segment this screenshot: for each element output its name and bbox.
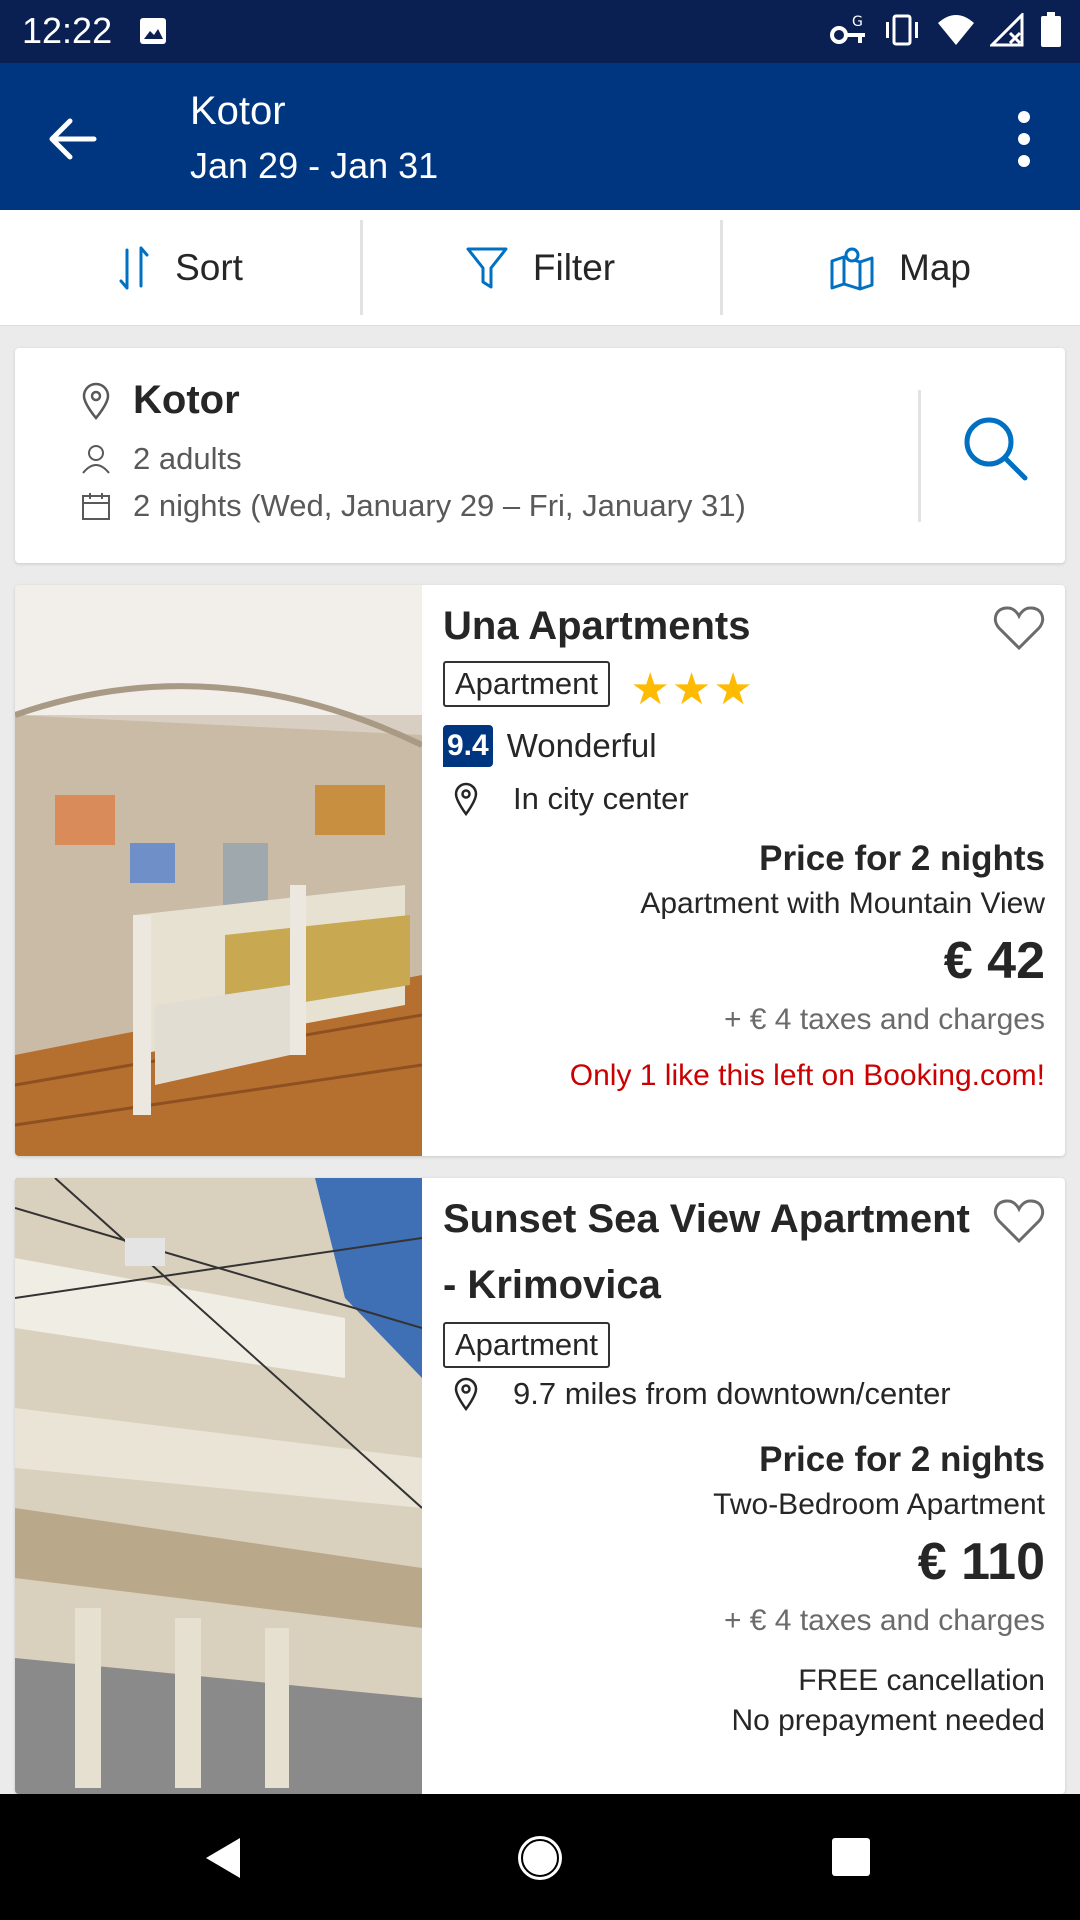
star-rating: ★★★	[630, 665, 755, 715]
search-summary-card[interactable]: Kotor 2 adults 2 nights (Wed, January 29…	[15, 348, 1065, 563]
location-pin-icon	[454, 783, 478, 817]
room-type: Apartment with Mountain View	[640, 887, 1045, 921]
svg-text:G: G	[852, 14, 863, 30]
filter-label: Filter	[532, 246, 616, 288]
location-pin-icon	[454, 1377, 478, 1411]
app-title: Kotor	[190, 89, 286, 133]
sort-button[interactable]: Sort	[0, 210, 360, 325]
vpn-key-icon: G	[830, 14, 865, 44]
review-score-label: Wonderful	[506, 727, 657, 765]
heart-icon[interactable]	[993, 605, 1045, 651]
review-score-row: 9.4 Wonderful	[443, 725, 1045, 768]
filter-icon	[466, 247, 508, 288]
results-toolbar: Sort Filter Map	[0, 210, 1080, 326]
map-label: Map	[899, 246, 971, 288]
map-icon	[830, 247, 874, 290]
price-label: Price for 2 nights	[759, 1440, 1045, 1479]
dates-text: 2 nights (Wed, January 29 – Fri, January…	[133, 488, 746, 523]
nav-home-icon[interactable]	[514, 1832, 566, 1884]
property-photo	[15, 1178, 422, 1794]
property-name-line1[interactable]: Sunset Sea View Apartment	[443, 1186, 1045, 1252]
heart-icon[interactable]	[993, 1198, 1045, 1244]
price: € 42	[943, 932, 1045, 991]
property-type-badge: Apartment	[443, 1322, 611, 1368]
person-icon	[82, 445, 110, 474]
app-subtitle: Jan 29 - Jan 31	[190, 145, 439, 186]
search-icon[interactable]	[955, 408, 1035, 488]
destination-text: Kotor	[133, 378, 240, 422]
destination-row: Kotor	[79, 378, 240, 423]
vibrate-icon	[886, 14, 918, 46]
room-type: Two-Bedroom Apartment	[713, 1488, 1045, 1521]
divider	[918, 390, 921, 522]
location-text: 9.7 miles from downtown/center	[513, 1376, 951, 1411]
property-info: Sunset Sea View Apartment - Krimovica Ap…	[443, 1178, 1045, 1738]
system-nav-bar	[0, 1794, 1080, 1920]
app-bar: Kotor Jan 29 - Jan 31	[0, 63, 1080, 210]
back-arrow-icon[interactable]	[40, 107, 104, 171]
location-row: 9.7 miles from downtown/center	[443, 1376, 1045, 1412]
map-button[interactable]: Map	[720, 210, 1080, 325]
price-block: Price for 2 nights Two-Bedroom Apartment…	[443, 1440, 1045, 1738]
property-card[interactable]: Sunset Sea View Apartment - Krimovica Ap…	[15, 1178, 1065, 1794]
more-options-icon[interactable]	[996, 103, 1052, 175]
property-photo	[15, 585, 422, 1156]
nav-recents-icon[interactable]	[830, 1836, 872, 1878]
scarcity-message: Only 1 like this left on Booking.com!	[569, 1059, 1045, 1093]
location-text: In city center	[513, 781, 689, 817]
taxes-text: + € 4 taxes and charges	[723, 1604, 1045, 1637]
taxes-text: + € 4 taxes and charges	[723, 1003, 1045, 1037]
property-type-badge: Apartment	[443, 661, 611, 707]
wifi-icon	[938, 15, 974, 45]
property-card[interactable]: Una Apartments Apartment ★★★ 9.4 Wonderf…	[15, 585, 1065, 1156]
battery-icon	[1041, 12, 1061, 47]
guests-text: 2 adults	[133, 441, 242, 476]
image-icon	[140, 18, 166, 44]
price-label: Price for 2 nights	[759, 839, 1045, 879]
calendar-icon	[82, 493, 110, 520]
filter-button[interactable]: Filter	[360, 210, 720, 325]
status-icons: G	[830, 12, 1062, 48]
status-bar: 12:22 G	[0, 0, 1080, 63]
location-pin-icon	[82, 382, 110, 420]
location-row: In city center	[443, 781, 1045, 817]
dates-row: 2 nights (Wed, January 29 – Fri, January…	[79, 488, 746, 524]
property-name[interactable]: Una Apartments	[443, 593, 1045, 659]
sort-icon	[119, 246, 149, 289]
guests-row: 2 adults	[79, 441, 242, 477]
no-prepayment-text: No prepayment needed	[731, 1704, 1045, 1737]
nav-back-icon[interactable]	[200, 1834, 248, 1882]
status-time: 12:22	[22, 10, 113, 51]
sort-label: Sort	[175, 246, 243, 288]
price-block: Price for 2 nights Apartment with Mounta…	[443, 839, 1045, 1093]
free-cancellation-text: FREE cancellation	[798, 1664, 1045, 1697]
price: € 110	[917, 1533, 1045, 1591]
property-name-line2[interactable]: - Krimovica	[443, 1252, 1045, 1318]
review-score: 9.4	[443, 725, 493, 768]
property-info: Una Apartments Apartment ★★★ 9.4 Wonderf…	[443, 585, 1045, 1093]
signal-icon	[990, 13, 1024, 47]
